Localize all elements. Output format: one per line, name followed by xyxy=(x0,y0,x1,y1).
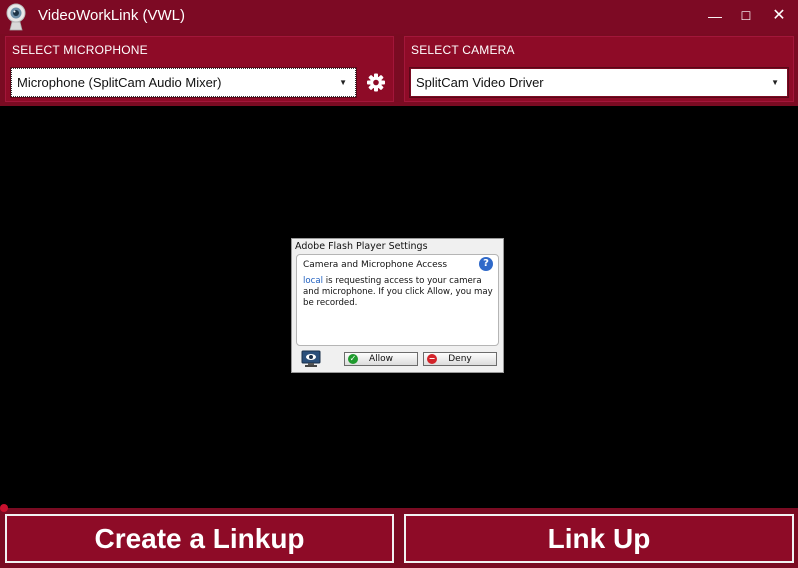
local-link[interactable]: local xyxy=(303,276,323,286)
allow-label: Allow xyxy=(368,354,394,364)
microphone-label: SELECT MICROPHONE xyxy=(12,43,148,57)
flash-dialog-body: Camera and Microphone Access ? local is … xyxy=(296,254,499,346)
chevron-down-icon: ▼ xyxy=(771,78,779,87)
record-indicator-icon xyxy=(0,504,8,512)
flash-settings-dialog: Adobe Flash Player Settings Camera and M… xyxy=(291,238,504,373)
chevron-down-icon: ▼ xyxy=(339,78,347,87)
camera-select[interactable]: SplitCam Video Driver ▼ xyxy=(409,67,789,98)
camera-selected-value: SplitCam Video Driver xyxy=(416,75,544,90)
window-title: VideoWorkLink (VWL) xyxy=(38,7,185,24)
maximize-button[interactable]: ☐ xyxy=(731,4,761,28)
deny-label: Deny xyxy=(448,354,472,364)
title-bar: VideoWorkLink (VWL) — ☐ ✕ xyxy=(0,0,798,34)
microphone-panel: SELECT MICROPHONE Microphone (SplitCam A… xyxy=(5,36,394,102)
gear-icon[interactable] xyxy=(362,68,390,97)
webcam-app-icon xyxy=(6,3,26,31)
help-icon[interactable]: ? xyxy=(479,257,493,271)
flash-dialog-title: Adobe Flash Player Settings xyxy=(295,241,428,252)
microphone-selected-value: Microphone (SplitCam Audio Mixer) xyxy=(17,75,222,90)
allow-button[interactable]: ✓ Allow xyxy=(344,352,418,366)
deny-button[interactable]: − Deny xyxy=(423,352,497,366)
camera-label: SELECT CAMERA xyxy=(411,43,515,57)
link-up-button[interactable]: Link Up xyxy=(404,514,794,563)
close-button[interactable]: ✕ xyxy=(764,4,794,28)
flash-message-text: is requesting access to your camera and … xyxy=(303,276,493,308)
flash-dialog-message: local is requesting access to your camer… xyxy=(303,276,495,309)
microphone-select[interactable]: Microphone (SplitCam Audio Mixer) ▼ xyxy=(10,67,357,98)
camera-panel: SELECT CAMERA SplitCam Video Driver ▼ xyxy=(404,36,794,102)
create-linkup-button[interactable]: Create a Linkup xyxy=(5,514,394,563)
minimize-button[interactable]: — xyxy=(700,4,730,28)
monitor-icon[interactable] xyxy=(301,350,321,368)
flash-dialog-heading: Camera and Microphone Access xyxy=(303,260,448,270)
